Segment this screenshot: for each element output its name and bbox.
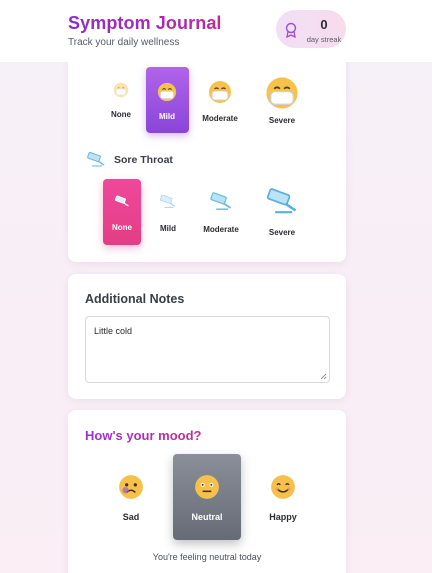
mood-label: Sad (122, 512, 140, 522)
app-title: Symptom Journal (68, 13, 222, 33)
mood-label: Happy (269, 512, 297, 522)
app-header: Symptom Journal Track your daily wellnes… (0, 0, 432, 62)
syringe-icon (210, 192, 232, 210)
throat-severity-option-moderate[interactable]: Moderate (189, 190, 253, 238)
mood-option-sad[interactable]: Sad (99, 474, 163, 524)
streak-count: 0 (320, 17, 328, 32)
happy-face-icon (271, 475, 295, 499)
severity-label: Severe (268, 116, 296, 125)
streak-label: day streak (306, 35, 342, 44)
severity-label: Moderate (203, 225, 239, 234)
severity-option-moderate[interactable]: Moderate (188, 78, 252, 126)
face-with-medical-mask-icon (209, 81, 231, 103)
face-with-medical-mask-icon (113, 82, 129, 98)
face-with-medical-mask-icon (266, 77, 298, 109)
severity-option-severe[interactable]: Severe (250, 76, 314, 126)
face-with-medical-mask-icon (157, 82, 177, 102)
symptom-title: Sore Throat (114, 154, 173, 166)
resize-handle-icon[interactable] (320, 373, 327, 380)
throat-severity-option-severe[interactable]: Severe (250, 188, 314, 238)
syringe-icon (114, 195, 129, 207)
mood-status-text: You're feeling neutral today (152, 552, 262, 562)
streak-badge[interactable]: 0 day streak (276, 10, 346, 48)
severity-label: Moderate (202, 114, 238, 123)
notes-textarea[interactable]: Little cold (85, 316, 330, 383)
neutral-face-icon (195, 475, 219, 499)
mood-label: Neutral (191, 512, 223, 522)
mood-option-happy[interactable]: Happy (251, 474, 315, 524)
notes-value: Little cold (94, 326, 133, 336)
mood-option-neutral[interactable]: Neutral (175, 474, 239, 524)
medal-icon (285, 22, 297, 38)
syringe-icon (87, 152, 105, 167)
sad-face-icon (119, 475, 143, 499)
syringe-icon (266, 188, 297, 214)
syringe-icon (160, 194, 176, 208)
severity-label: Severe (268, 228, 296, 237)
app-subtitle: Track your daily wellness (68, 37, 180, 48)
mood-title: How's your mood? (85, 428, 202, 443)
notes-title: Additional Notes (85, 292, 185, 306)
